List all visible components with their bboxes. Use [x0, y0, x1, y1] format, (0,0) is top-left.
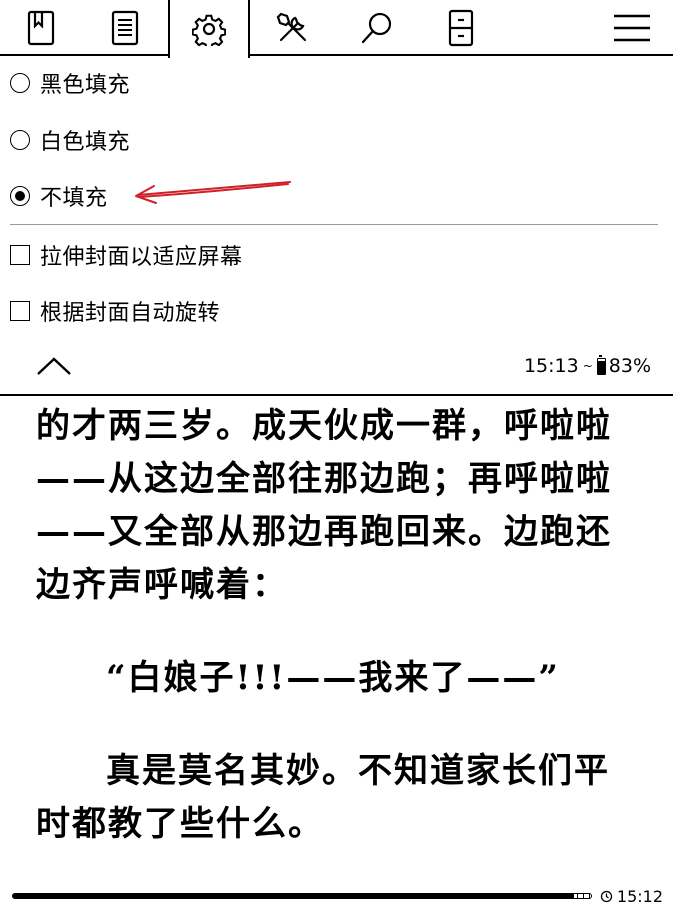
menu-button[interactable]	[591, 0, 673, 56]
radio-option-black-fill[interactable]: 黑色填充	[10, 63, 130, 103]
radio-button[interactable]	[10, 130, 30, 150]
radio-label: 黑色填充	[40, 73, 131, 98]
footer-clock: 15:12	[600, 887, 663, 906]
paragraph-quote: “白娘子!!!——我来了——”	[106, 658, 560, 698]
bookmark-icon	[27, 10, 55, 46]
clock-icon	[600, 890, 613, 903]
paragraph: 真是莫名其妙。不知道家长们平时都教了些什么。	[36, 751, 610, 844]
tab-device[interactable]	[420, 0, 502, 56]
options-divider	[10, 224, 658, 225]
tools-icon	[276, 12, 307, 42]
progress-fill	[13, 894, 574, 898]
radio-button[interactable]	[10, 73, 30, 93]
checkbox[interactable]	[10, 301, 30, 321]
tab-bookmark[interactable]	[0, 0, 82, 56]
tab-contents[interactable]	[84, 0, 166, 56]
hamburger-menu-icon	[614, 14, 650, 42]
reading-page-text: 的才两三岁。成天伙成一群，呼啦啦——从这边全部往那边跑；再呼啦啦——又全部从那边…	[36, 400, 636, 851]
battery-percent: 83%	[608, 355, 651, 377]
wifi-icon: ~	[582, 359, 593, 373]
paragraph: 的才两三岁。成天伙成一群，呼啦啦——从这边全部往那边跑；再呼啦啦——又全部从那边…	[36, 406, 612, 605]
radio-label: 白色填充	[40, 130, 131, 155]
status-time: 15:13	[523, 355, 579, 377]
radio-button-selected[interactable]	[10, 186, 30, 206]
gear-icon	[192, 14, 226, 46]
tab-tools[interactable]	[252, 0, 334, 56]
toc-list-icon	[111, 10, 139, 46]
radio-label: 不填充	[40, 186, 108, 211]
checkbox-stretch-cover[interactable]: 拉伸封面以适应屏幕	[10, 235, 243, 275]
battery-icon	[596, 354, 606, 375]
tab-search[interactable]	[336, 0, 418, 56]
checkbox-auto-rotate[interactable]: 根据封面自动旋转	[10, 291, 220, 331]
radio-option-no-fill[interactable]: 不填充	[10, 176, 108, 216]
tab-settings[interactable]	[168, 0, 250, 58]
panel-bottom-border	[0, 394, 673, 396]
footer-clock-time: 15:12	[616, 887, 663, 906]
collapse-panel-chevron-up-icon[interactable]	[34, 350, 74, 382]
checkbox-label: 根据封面自动旋转	[40, 301, 221, 326]
reading-progress-bar[interactable]	[12, 893, 592, 899]
top-toolbar	[0, 0, 673, 58]
checkbox[interactable]	[10, 245, 30, 265]
radio-option-white-fill[interactable]: 白色填充	[10, 120, 130, 160]
checkbox-label: 拉伸封面以适应屏幕	[40, 245, 243, 270]
phone-device-icon	[448, 9, 474, 47]
search-icon	[361, 12, 392, 44]
status-bar: 15:13 ~ 83%	[524, 352, 651, 380]
annotation-arrow-icon	[135, 181, 291, 204]
